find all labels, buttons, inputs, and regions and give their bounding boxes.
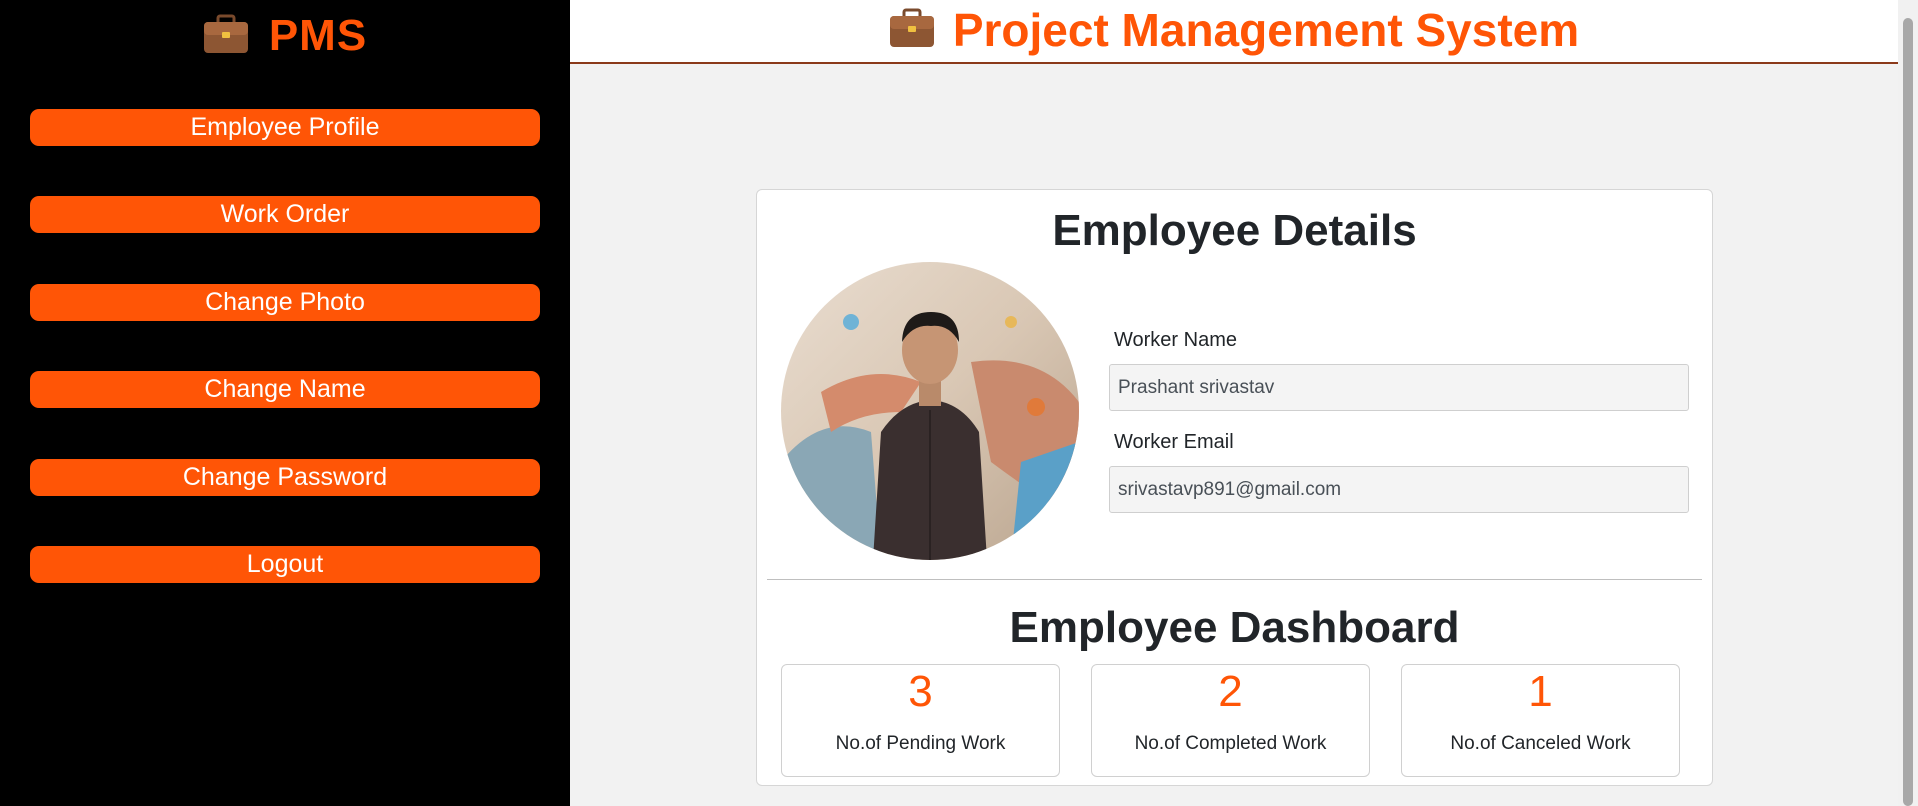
sidebar-item-work-order[interactable]: Work Order <box>30 196 540 233</box>
briefcase-icon <box>203 14 249 59</box>
scrollbar-thumb[interactable] <box>1903 18 1913 806</box>
sidebar-item-logout[interactable]: Logout <box>30 546 540 583</box>
stat-card-canceled: 1 No.of Canceled Work <box>1401 664 1680 777</box>
stat-value: 2 <box>1218 667 1243 716</box>
worker-name-label: Worker Name <box>1114 329 1237 351</box>
divider <box>767 579 1702 580</box>
sidebar-item-employee-profile[interactable]: Employee Profile <box>30 109 540 146</box>
employee-details-title: Employee Details <box>1052 206 1417 255</box>
stat-card-pending: 3 No.of Pending Work <box>781 664 1060 777</box>
vertical-scrollbar[interactable] <box>1898 0 1918 806</box>
brand: PMS <box>0 8 570 64</box>
sidebar-item-change-password[interactable]: Change Password <box>30 459 540 496</box>
stat-value: 1 <box>1528 667 1553 716</box>
stat-card-completed: 2 No.of Completed Work <box>1091 664 1370 777</box>
stat-label: No.of Completed Work <box>1134 733 1327 754</box>
worker-name-field[interactable] <box>1109 364 1689 411</box>
sidebar-item-change-name[interactable]: Change Name <box>30 371 540 408</box>
employee-card: Employee Details Worker Name Prashant sr… <box>756 189 1713 786</box>
employee-dashboard-title: Employee Dashboard <box>1009 603 1460 652</box>
sidebar-item-change-photo[interactable]: Change Photo <box>30 284 540 321</box>
stat-label: No.of Canceled Work <box>1450 733 1631 754</box>
stat-label: No.of Pending Work <box>835 733 1006 754</box>
stat-value: 3 <box>908 667 933 716</box>
header: Project Management System <box>570 0 1898 64</box>
worker-email-field[interactable] <box>1109 466 1689 513</box>
employee-photo <box>781 262 1079 560</box>
briefcase-icon <box>889 8 935 53</box>
page-title: Project Management System <box>952 4 1580 56</box>
sidebar: PMS Employee Profile Work Order Change P… <box>0 0 570 806</box>
worker-email-label: Worker Email <box>1114 431 1234 453</box>
brand-title: PMS <box>268 11 368 60</box>
